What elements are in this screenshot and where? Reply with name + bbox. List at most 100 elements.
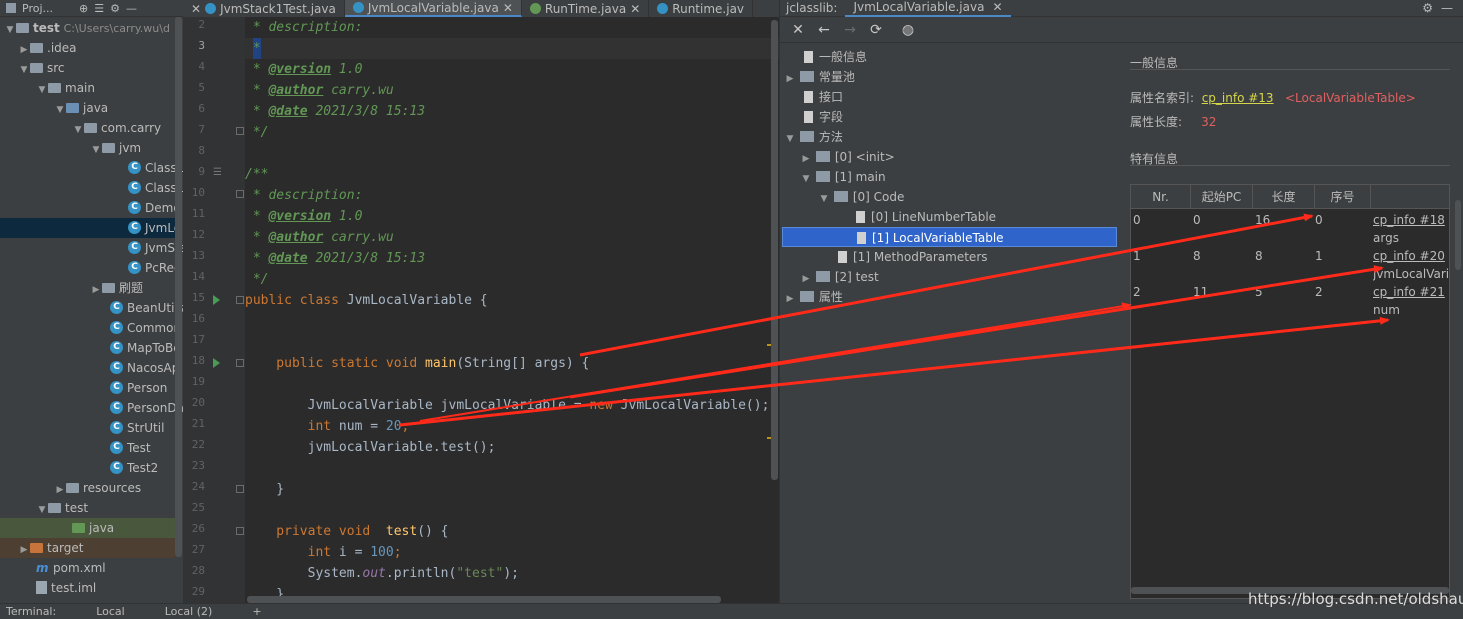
minimize-icon[interactable]: — [126,2,137,15]
terminal-local2-tab[interactable]: Local (2) [165,605,213,618]
jtree-main[interactable]: ▼ [1] main [800,167,886,187]
tree-item-iml[interactable]: test.iml [36,578,96,598]
code-editor[interactable]: * description: * * @version 1.0 * @autho… [245,17,779,603]
fold-icon[interactable] [236,359,244,367]
tab-runtime-2[interactable]: Runtime.jav [649,0,754,17]
jtree-constant-pool[interactable]: ▶ 常量池 [784,67,855,87]
attr-name-link[interactable]: cp_info #13 [1202,91,1274,105]
tab-jvmlocalvariable[interactable]: JvmLocalVariable.java ✕ [344,0,522,17]
jtree-general[interactable]: 一般信息 [804,47,867,67]
tree-item-pcreg[interactable]: C PcReg [128,258,182,278]
tab-runtime[interactable]: RunTime.java ✕ [522,0,650,17]
gear-icon[interactable]: ⚙ [110,2,120,15]
jtree-attributes[interactable]: ▶ 属性 [784,287,843,307]
jtree-code[interactable]: ▼ [0] Code [818,187,905,207]
tree-item-common[interactable]: C Common [110,318,181,338]
column-header[interactable]: 起始PC [1191,185,1253,209]
tree-item-label: resources [83,481,142,495]
tree-item-persondao[interactable]: C PersonDa [110,398,184,418]
close-icon[interactable]: ✕ [503,0,513,16]
forward-arrow-icon[interactable]: → [842,22,858,38]
tree-item-jvm[interactable]: ▼ jvm [90,138,142,158]
tree-item-pom[interactable]: m pom.xml [36,558,106,578]
jtree-fields[interactable]: 字段 [804,107,843,127]
tree-item-resources[interactable]: ▶ resources [54,478,142,498]
gear-icon[interactable]: ⚙ [1422,1,1441,15]
tree-item-main[interactable]: ▼ main [36,78,95,98]
cell-cp-link[interactable]: cp_info #18 [1373,213,1445,227]
fold-icon[interactable] [236,296,244,304]
project-view-dropdown[interactable]: Proj... [22,2,53,15]
column-header[interactable]: 序号 [1315,185,1371,209]
cell-cp-link[interactable]: cp_info #21 [1373,285,1445,299]
refresh-icon[interactable]: ⟳ [868,22,884,38]
tree-item-demo[interactable]: C Demo [128,198,181,218]
line-number: 15 [191,291,205,304]
code-token: int [245,545,332,560]
jtree-methods[interactable]: ▼ 方法 [784,127,843,147]
tree-item-strutil[interactable]: C StrUtil [110,418,164,438]
column-header[interactable]: Nr. [1131,185,1191,209]
tree-item-person[interactable]: C Person [110,378,167,398]
close-icon[interactable]: ✕ [630,1,640,17]
run-main-icon[interactable] [213,358,220,368]
globe-icon[interactable]: ◍ [900,22,916,38]
tree-item-test2[interactable]: C Test2 [110,458,158,478]
terminal-local-tab[interactable]: Local [96,605,125,618]
tree-item-com-carry[interactable]: ▼ com.carry [72,118,162,138]
tree-item-nacosapp[interactable]: C NacosAp [110,358,179,378]
tree-item-main-java[interactable]: ▼ java [54,98,109,118]
collapse-icon[interactable]: ☰ [94,2,104,15]
jtree-localvariabletable[interactable]: [1] LocalVariableTable [782,227,1117,247]
jtree-test[interactable]: ▶ [2] test [800,267,879,287]
back-arrow-icon[interactable]: ← [816,22,832,38]
locate-icon[interactable]: ⊕ [79,2,88,15]
cell-cp-link[interactable]: cp_info #20 [1373,249,1445,263]
terminal-tab[interactable]: Terminal: [6,605,56,618]
code-line: } [245,482,285,497]
close-icon[interactable]: ✕ [790,22,806,38]
close-icon[interactable]: ✕ [992,0,1002,15]
jtree-interfaces[interactable]: 接口 [804,87,843,107]
tree-item-test-java[interactable]: java [0,518,175,538]
tree-item-src[interactable]: ▼ src [18,58,65,78]
source-folder-icon [66,102,79,113]
fold-icon[interactable] [236,127,244,135]
tree-item-target[interactable]: ▶ target [0,538,175,558]
tree-item-jvmlocalvariable[interactable]: C JvmLo [0,218,181,238]
column-header[interactable] [1371,185,1449,209]
tree-item-shuati[interactable]: ▶ 刷题 [90,278,143,298]
tree-item-test-dir[interactable]: ▼ test [36,498,89,518]
code-token: * [245,83,269,98]
column-header[interactable]: 长度 [1253,185,1315,209]
attr-length-label: 属性长度: [1130,115,1183,129]
doc-render-icon[interactable]: ☰ [213,167,222,178]
close-icon[interactable]: ✕ [191,1,201,17]
fold-icon[interactable] [236,527,244,535]
collapse-arrow-icon: ▶ [56,485,64,495]
add-icon[interactable]: + [252,605,261,618]
tree-item-idea[interactable]: ▶ .idea [18,38,77,58]
editor-horizontal-scrollbar[interactable] [247,596,721,603]
fold-icon[interactable] [236,190,244,198]
code-token: public static void [245,356,426,371]
jtree-init[interactable]: ▶ [0] <init> [800,147,895,167]
minimize-icon[interactable]: — [1441,1,1463,15]
tab-label: JvmStack1Test.java [220,1,336,16]
jtree-methodparameters[interactable]: [1] MethodParameters [838,247,988,267]
detail-scrollbar[interactable] [1455,200,1461,270]
tree-item-test-class[interactable]: C Test [110,438,151,458]
project-scrollbar[interactable] [175,17,182,557]
tree-item-root[interactable]: ▼ test C:\Users\carry.wu\d [4,18,170,38]
folder-icon [16,22,29,33]
tree-item-label: main [65,81,95,95]
tree-item-beanutils[interactable]: C BeanUtils [110,298,184,318]
tree-item-maptobe[interactable]: C MapToBe [110,338,181,358]
jtree-linenumbertable[interactable]: [0] LineNumberTable [856,207,996,227]
editor-vertical-scrollbar[interactable] [771,20,778,480]
fold-icon[interactable] [236,485,244,493]
tab-jclasslib-file[interactable]: JvmLocalVariable.java ✕ [845,0,1011,17]
run-class-icon[interactable] [213,295,220,305]
tab-jvmstack1test[interactable]: ✕ JvmStack1Test.java [183,0,345,17]
attr-name-label: 属性名索引: [1130,91,1195,105]
